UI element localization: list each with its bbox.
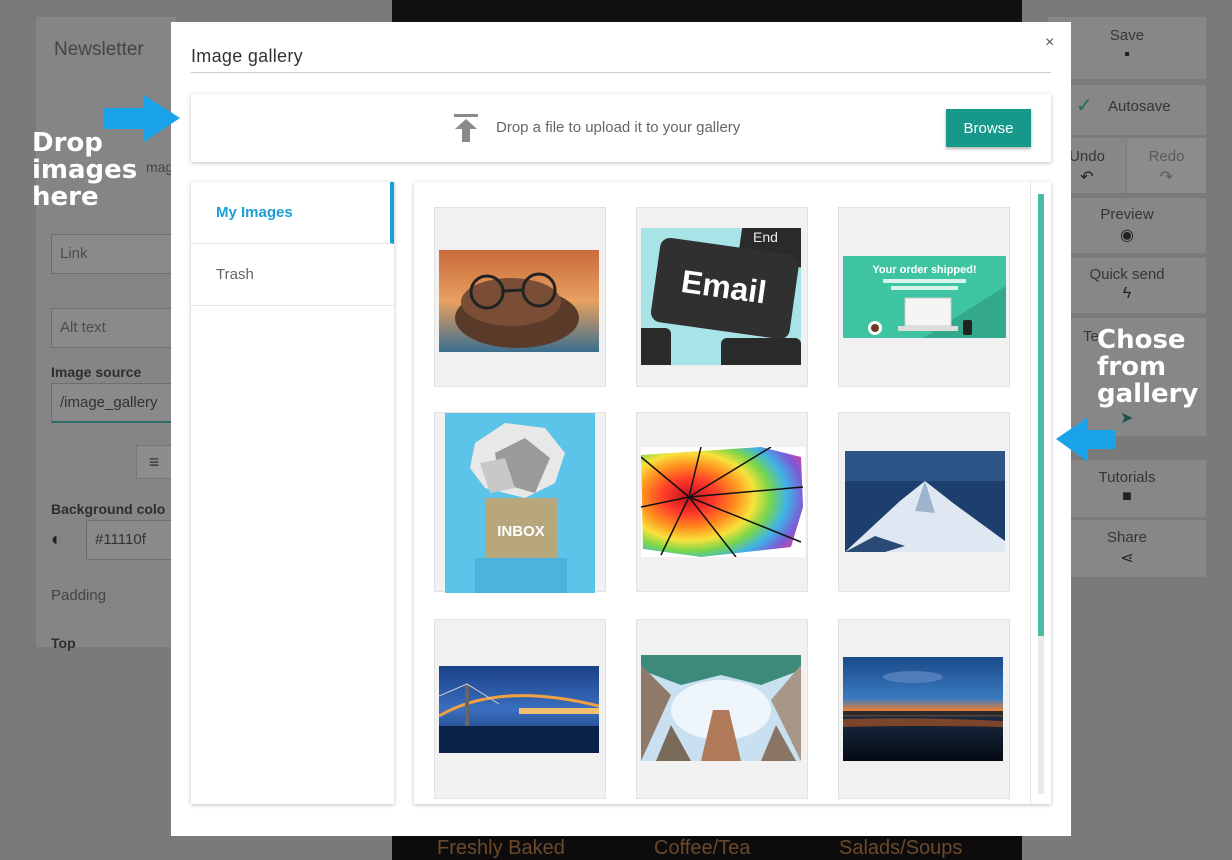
scrollbar-track[interactable] — [1038, 194, 1044, 794]
gallery-image-order-shipped[interactable]: Your order shipped! — [838, 207, 1010, 387]
gallery-image-sunset-lake[interactable] — [838, 619, 1010, 799]
annotation-line: from — [1097, 352, 1167, 382]
top-label: Top — [51, 635, 76, 651]
undo-label: Undo — [1069, 148, 1105, 165]
share-label: Share — [1106, 529, 1148, 546]
browse-button[interactable]: Browse — [946, 109, 1031, 147]
image-source-label: Image source — [51, 364, 142, 380]
send-icon: ➤ — [1120, 410, 1134, 427]
save-label: Save — [1109, 27, 1145, 44]
padding-label: Padding — [51, 587, 107, 604]
check-icon: ✓ — [1076, 95, 1093, 117]
gallery-image-email-key[interactable]: Email End — [636, 207, 808, 387]
autosave-label: Autosave — [1108, 98, 1171, 115]
background-color-label: Background colo — [51, 501, 166, 517]
svg-text:End: End — [753, 229, 778, 245]
annotation-line: Drop — [32, 128, 103, 158]
modal-title: Image gallery — [191, 46, 303, 66]
contrast-icon[interactable]: ◐ — [51, 529, 62, 550]
sidebar-item-my-images[interactable]: My Images — [191, 182, 394, 244]
email-key-photo: Email End — [641, 228, 801, 365]
panel-title: Newsletter — [54, 39, 144, 60]
order-shipped-caption: Your order shipped! — [872, 264, 976, 276]
floppy-disk-icon: ▪ — [1124, 46, 1130, 63]
gallery-sidebar: My Images Trash — [191, 182, 394, 804]
footer-menu-item: Freshly Baked — [437, 837, 565, 859]
quick-send-label: Quick send — [1089, 266, 1165, 283]
inbox-caption: INBOX — [497, 523, 545, 540]
bolt-icon: ϟ — [1122, 285, 1132, 302]
annotation-line: images — [32, 155, 138, 185]
rainbow-umbrella-photo — [641, 447, 805, 557]
dropzone-text: Drop a file to upload it to your gallery — [496, 119, 741, 136]
link-field[interactable]: Link — [51, 234, 191, 274]
bridge-night-photo — [439, 666, 599, 753]
shoe-glasses-photo — [439, 250, 599, 352]
gallery-image-inbox[interactable]: INBOX — [434, 412, 606, 593]
redo-label: Redo — [1148, 148, 1185, 165]
video-camera-icon: ■ — [1122, 488, 1132, 505]
share-button[interactable]: Share ⋖ — [1048, 520, 1206, 577]
save-button[interactable]: Save ▪ — [1048, 17, 1206, 79]
tutorials-button[interactable]: Tutorials ■ — [1048, 460, 1206, 517]
skyscrapers-photo — [641, 655, 801, 761]
inbox-box-graphic: INBOX — [445, 413, 595, 593]
gallery-scrollbar[interactable] — [1030, 182, 1051, 804]
eye-icon: ◉ — [1120, 227, 1134, 244]
panel-fragment: mag — [146, 159, 174, 175]
arrow-left-icon — [1056, 417, 1116, 462]
snowy-mountain-photo — [845, 451, 1005, 552]
gallery-image-bridge-night[interactable] — [434, 619, 606, 799]
image-source-field[interactable]: /image_gallery — [51, 383, 191, 423]
annotation-line: gallery — [1097, 379, 1199, 409]
gallery-image-shoe-glasses[interactable] — [434, 207, 606, 387]
quick-send-button[interactable]: Quick send ϟ — [1048, 258, 1206, 313]
sunset-lake-photo — [843, 657, 1003, 761]
footer-menu-item: Salads/Soups — [839, 837, 963, 859]
redo-icon: ↷ — [1159, 169, 1174, 186]
gallery-image-snowy-mountain[interactable] — [838, 412, 1010, 592]
gallery-image-rainbow-umbrella[interactable] — [636, 412, 808, 592]
tutorials-label: Tutorials — [1098, 469, 1156, 486]
redo-button[interactable]: Redo ↷ — [1127, 138, 1206, 193]
annotation-line: here — [32, 182, 99, 212]
image-grid: Email End Your order shipped! INBOX — [414, 182, 1051, 804]
close-icon[interactable]: × — [1045, 34, 1054, 52]
preview-button[interactable]: Preview ◉ — [1048, 198, 1206, 253]
image-gallery-modal: Image gallery × Drop a file to upload it… — [171, 22, 1071, 836]
scrollbar-thumb[interactable] — [1038, 194, 1044, 636]
alt-text-field[interactable]: Alt text — [51, 308, 191, 348]
upload-icon — [454, 114, 478, 142]
share-icon: ⋖ — [1120, 550, 1134, 567]
footer-menu-item: Coffee/Tea — [654, 837, 751, 859]
order-shipped-graphic: Your order shipped! — [843, 256, 1006, 338]
autosave-toggle[interactable]: ✓ Autosave — [1048, 85, 1206, 135]
gallery-image-skyscrapers[interactable] — [636, 619, 808, 799]
sidebar-item-trash[interactable]: Trash — [191, 244, 394, 306]
chose-from-gallery-annotation: Chose from gallery — [1097, 327, 1198, 408]
align-left-icon[interactable]: ≡ — [136, 445, 172, 479]
annotation-line: Chose — [1097, 325, 1186, 355]
upload-dropzone[interactable]: Drop a file to upload it to your gallery… — [191, 94, 1051, 162]
preview-label: Preview — [1100, 206, 1154, 223]
newsletter-footer-menu: Freshly Baked Coffee/Tea Salads/Soups — [392, 835, 1022, 860]
drop-images-annotation: Drop images here — [32, 130, 137, 211]
title-divider — [191, 72, 1051, 73]
